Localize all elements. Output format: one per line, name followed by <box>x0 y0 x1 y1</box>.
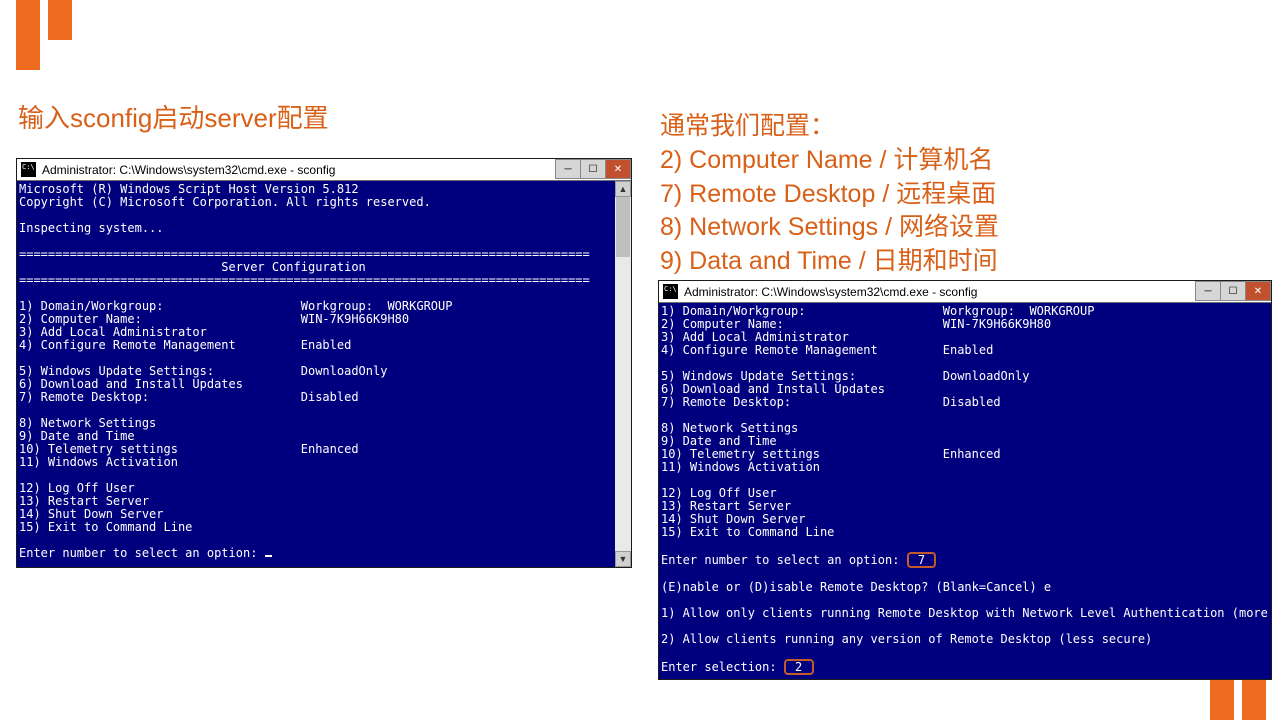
cmd-window-left: Administrator: C:\Windows\system32\cmd.e… <box>16 158 632 568</box>
slide-heading-right: 通常我们配置： 2) Computer Name / 计算机名 7) Remot… <box>660 110 999 279</box>
maximize-button[interactable]: ☐ <box>1220 281 1246 301</box>
close-button[interactable]: ✕ <box>605 159 631 179</box>
minimize-button[interactable]: ─ <box>1195 281 1221 301</box>
cmd-icon <box>663 284 678 299</box>
heading-right-intro: 通常我们配置： <box>660 110 999 144</box>
slide-heading-left: 输入sconfig启动server配置 <box>18 98 329 135</box>
minimize-button[interactable]: ─ <box>555 159 581 179</box>
terminal-output[interactable]: Microsoft (R) Windows Script Host Versio… <box>17 181 631 567</box>
titlebar[interactable]: Administrator: C:\Windows\system32\cmd.e… <box>659 281 1271 303</box>
heading-right-item: 9) Data and Time / 日期和时间 <box>660 245 999 279</box>
cmd-icon <box>21 162 36 177</box>
window-title: Administrator: C:\Windows\system32\cmd.e… <box>684 285 1196 299</box>
scrollbar[interactable]: ▲ ▼ <box>615 181 631 567</box>
highlighted-input: 2 <box>784 659 814 675</box>
heading-right-item: 7) Remote Desktop / 远程桌面 <box>660 178 999 212</box>
scroll-up-icon[interactable]: ▲ <box>615 181 631 197</box>
highlighted-input: 7 <box>907 552 937 568</box>
window-title: Administrator: C:\Windows\system32\cmd.e… <box>42 163 556 177</box>
close-button[interactable]: ✕ <box>1245 281 1271 301</box>
terminal-output[interactable]: 1) Domain/Workgroup: Workgroup: WORKGROU… <box>659 303 1271 679</box>
cmd-window-right: Administrator: C:\Windows\system32\cmd.e… <box>658 280 1272 680</box>
scroll-down-icon[interactable]: ▼ <box>615 551 631 567</box>
heading-right-item: 8) Network Settings / 网络设置 <box>660 211 999 245</box>
decoration-top-left <box>16 0 91 72</box>
maximize-button[interactable]: ☐ <box>580 159 606 179</box>
heading-right-item: 2) Computer Name / 计算机名 <box>660 144 999 178</box>
titlebar[interactable]: Administrator: C:\Windows\system32\cmd.e… <box>17 159 631 181</box>
